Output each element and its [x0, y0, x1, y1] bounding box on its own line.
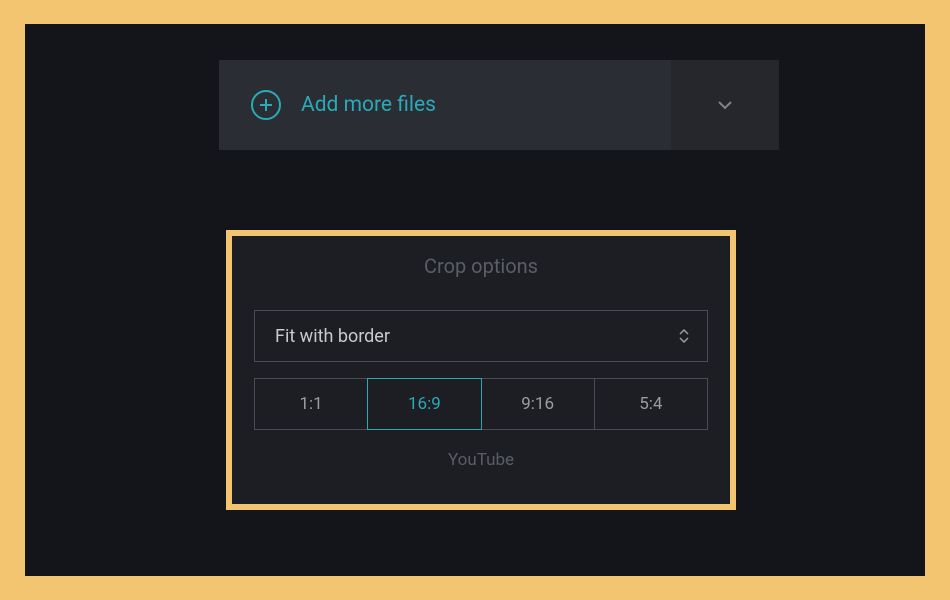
chevron-down-icon [715, 95, 735, 115]
add-files-bar: Add more files [219, 60, 779, 150]
updown-caret-icon [679, 329, 689, 343]
crop-options-title: Crop options [254, 254, 708, 278]
ratio-button-16-9[interactable]: 16:9 [367, 378, 481, 430]
crop-mode-select[interactable]: Fit with border [254, 310, 708, 362]
app-frame: Add more files Crop options Fit with bor… [25, 24, 925, 576]
add-files-label: Add more files [301, 93, 436, 117]
crop-options-panel: Crop options Fit with border 1:1 16:9 9:… [226, 230, 736, 510]
add-files-button[interactable]: Add more files [219, 60, 671, 150]
add-files-dropdown-button[interactable] [671, 60, 779, 150]
aspect-ratio-row: 1:1 16:9 9:16 5:4 [254, 378, 708, 430]
ratio-button-9-16[interactable]: 9:16 [481, 378, 595, 430]
plus-circle-icon [251, 90, 281, 120]
ratio-button-5-4[interactable]: 5:4 [594, 378, 708, 430]
crop-sublabel: YouTube [254, 450, 708, 470]
crop-mode-selected-value: Fit with border [275, 326, 390, 347]
ratio-button-1-1[interactable]: 1:1 [254, 378, 368, 430]
